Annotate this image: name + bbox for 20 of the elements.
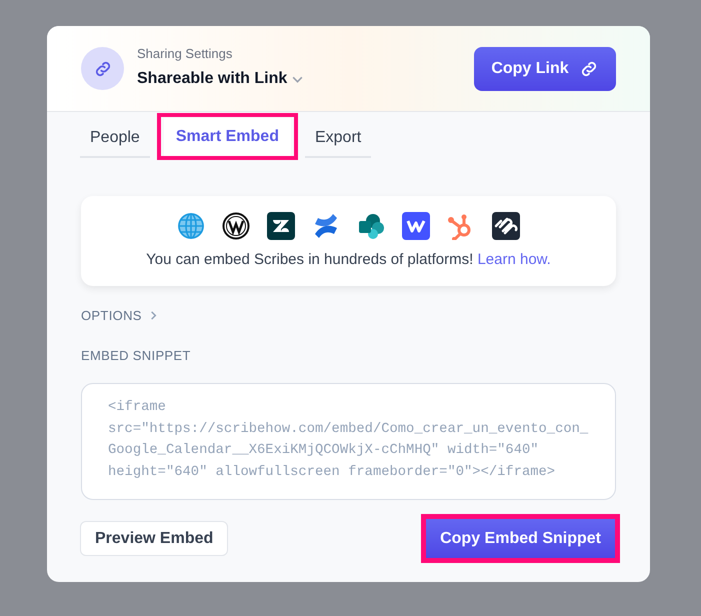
preview-embed-button[interactable]: Preview Embed [80,521,228,556]
knot-tile-icon [492,212,520,240]
embed-snippet-label: EMBED SNIPPET [81,346,192,364]
crossed-waves-icon [312,212,340,240]
tab[interactable]: Smart Embed [164,118,291,156]
copy-link-button[interactable]: Copy Link [474,46,616,90]
learn-how-link[interactable]: Learn how. [477,251,551,268]
tab[interactable]: Export [304,120,372,158]
globe-icon [177,212,205,240]
circles-square-icon [357,212,385,240]
platforms-text: You can embed Scribes in hundreds of platforms! Learn how. [146,250,551,270]
copy-embed-snippet-button[interactable]: Copy Embed Snippet [426,519,615,558]
header-caption: Sharing Settings [137,46,234,62]
angled-tile-icon [267,212,295,240]
zigzag-tile-icon [402,212,430,240]
circled-w-icon [222,212,250,240]
sharing-mode-dropdown[interactable]: Shareable with Link [137,67,304,91]
link-avatar-icon [81,47,124,90]
options-toggle[interactable]: OPTIONS [81,306,159,326]
tab[interactable]: People [80,120,150,158]
